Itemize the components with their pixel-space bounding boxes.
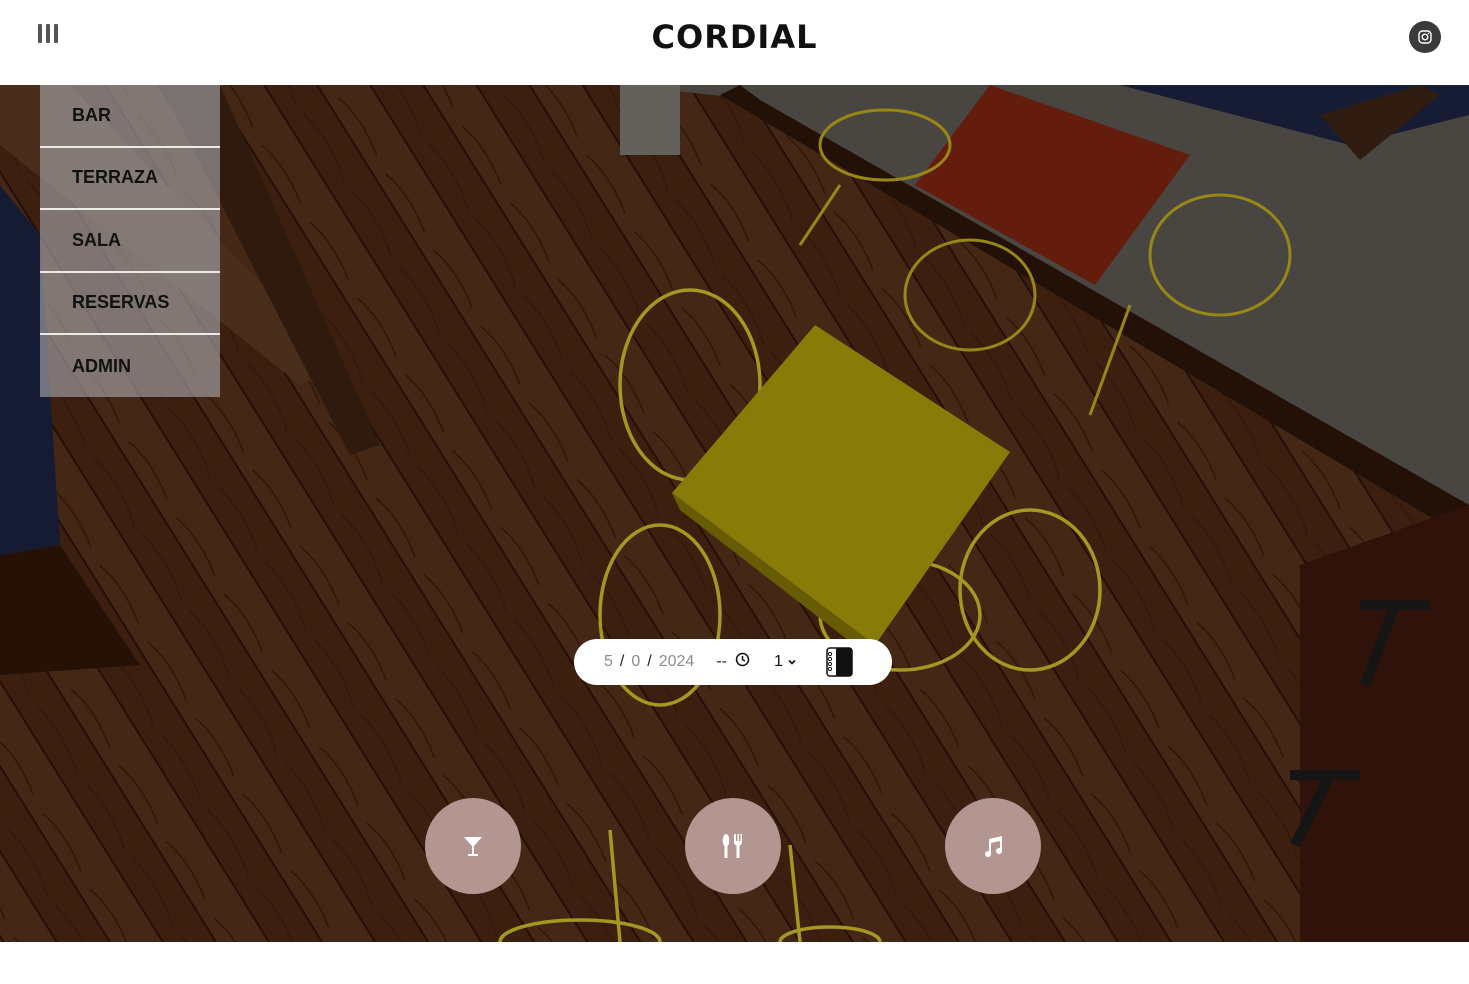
nav-item-terraza[interactable]: TERRAZA xyxy=(40,147,220,210)
clock-icon[interactable] xyxy=(735,652,750,672)
date-separator: / xyxy=(619,653,625,670)
nav-item-admin[interactable]: ADMIN xyxy=(40,335,220,397)
time-field[interactable]: -- xyxy=(716,653,727,671)
date-separator: / xyxy=(647,653,652,670)
music-note-icon xyxy=(985,836,1003,858)
restaurant-button[interactable] xyxy=(685,798,781,894)
music-button[interactable] xyxy=(945,798,1041,894)
page-footer-area xyxy=(0,942,1469,984)
nav-item-bar[interactable]: BAR xyxy=(40,85,220,148)
date-day-field[interactable]: 5 xyxy=(604,653,613,671)
date-month-field[interactable]: 0 xyxy=(631,653,640,671)
main-nav: BAR TERRAZA SALA RESERVAS ADMIN xyxy=(40,85,220,397)
reservation-book-icon[interactable] xyxy=(824,647,854,677)
booking-bar: 5 / 0 / 2024 -- 1 xyxy=(574,639,892,685)
top-bar: CORDIAL xyxy=(0,0,1469,85)
cocktail-glass-icon xyxy=(464,837,482,856)
nav-item-sala[interactable]: SALA xyxy=(40,210,220,273)
bar-button[interactable] xyxy=(425,798,521,894)
chevron-down-icon xyxy=(788,659,796,665)
fork-knife-icon xyxy=(722,834,742,858)
date-year-field[interactable]: 2024 xyxy=(659,653,695,671)
guests-select[interactable]: 1 xyxy=(774,653,798,671)
guests-value: 1 xyxy=(773,653,783,670)
brand-logo[interactable]: CORDIAL xyxy=(0,18,1469,56)
nav-item-reservas[interactable]: RESERVAS xyxy=(40,272,220,335)
instagram-icon[interactable] xyxy=(1409,21,1441,53)
